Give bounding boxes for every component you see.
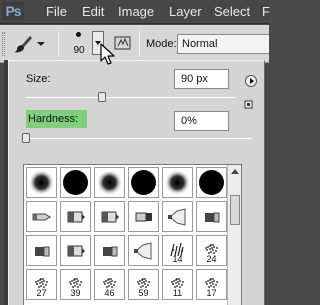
brush-preset-item[interactable]: [94, 235, 125, 266]
brush-preset-item[interactable]: [196, 167, 227, 198]
fan-brush-tip-icon: [168, 208, 186, 226]
brush-preset-size: 39: [70, 288, 81, 298]
brush-preset-item[interactable]: [26, 201, 57, 232]
hard-brush-tip-icon: [63, 170, 88, 195]
pencil-brush-tip-icon: [32, 213, 51, 221]
brush-preset-size: 14: [172, 254, 183, 264]
brush-preset-item[interactable]: 27: [26, 269, 57, 300]
brush-preset-item[interactable]: [26, 167, 57, 198]
grip-handle[interactable]: [2, 32, 5, 56]
new-preset-icon[interactable]: [244, 99, 254, 109]
soft-brush-tip-icon: [164, 169, 191, 196]
mode-select[interactable]: Normal: [177, 34, 269, 54]
size-field[interactable]: 90 px: [174, 69, 229, 89]
brush-panel-icon[interactable]: [113, 34, 133, 52]
brush-preset-item[interactable]: [60, 201, 91, 232]
brush-preset-size: 27: [36, 288, 47, 298]
brush-preset-item[interactable]: [26, 235, 57, 266]
soft-brush-tip-icon: [96, 169, 123, 196]
menu-edit[interactable]: Edit: [82, 3, 104, 21]
brush-preset-item[interactable]: [94, 201, 125, 232]
brush-preset-size: 46: [104, 288, 115, 298]
separator: [58, 31, 59, 57]
brush-preset-item[interactable]: [128, 167, 159, 198]
arrow-right-icon: [250, 78, 254, 84]
marker-brush-tip-icon: [67, 245, 85, 257]
flat-brush-tip-icon: [35, 246, 50, 257]
brush-preset-item[interactable]: [94, 167, 125, 198]
scrollbar-thumb[interactable]: [230, 195, 240, 225]
brush-tool-icon: [14, 36, 32, 53]
brush-preset-size: 11: [172, 288, 183, 298]
brush-preset-item[interactable]: [60, 235, 91, 266]
size-slider-track[interactable]: [26, 97, 236, 98]
brush-preset-size: 24: [206, 254, 217, 264]
soft-brush-tip-icon: [28, 169, 55, 196]
tool-preset-picker[interactable]: [9, 32, 49, 56]
menu-image[interactable]: Image: [118, 3, 154, 21]
brush-preset-list: 14 24 27 39 46 59 11 17: [23, 164, 242, 305]
panel-menu-button[interactable]: [245, 75, 257, 87]
mouse-cursor-icon: [100, 43, 115, 65]
brush-size-readout: 90: [73, 45, 85, 56]
brush-preset-item[interactable]: 24: [196, 235, 227, 266]
brush-preset-size: 59: [138, 288, 149, 298]
marker-brush-tip-icon: [101, 211, 119, 223]
scroll-up-icon[interactable]: [231, 169, 239, 174]
size-label: Size:: [26, 73, 51, 85]
brush-preset-item[interactable]: [128, 235, 159, 266]
scrollbar[interactable]: [227, 165, 241, 305]
options-bar: 90 Mode: Normal: [0, 25, 269, 63]
brush-preset-item[interactable]: [196, 201, 227, 232]
brush-brush-tip-icon: [135, 212, 152, 222]
hardness-label: Hardness:: [28, 113, 79, 125]
brush-preset-picker-panel: Size: 90 px Hardness: 0% 14 24 27 39 46 59 11 1…: [8, 60, 265, 305]
brush-preset-item[interactable]: 59: [128, 269, 159, 300]
brush-preset-item[interactable]: [60, 167, 91, 198]
marker-brush-tip-icon: [67, 211, 85, 223]
hard-brush-tip-icon: [131, 170, 156, 195]
brush-dot-icon: [76, 32, 81, 37]
hardness-field[interactable]: 0%: [174, 111, 229, 131]
fan-brush-tip-icon: [134, 242, 152, 260]
menu-file[interactable]: File: [46, 3, 67, 21]
brush-preset-item[interactable]: [162, 201, 193, 232]
menu-filter[interactable]: F: [262, 3, 270, 21]
flat-brush-tip-icon: [103, 246, 118, 257]
hard-brush-tip-icon: [199, 170, 224, 195]
brush-preview[interactable]: 90: [66, 29, 92, 59]
mode-label: Mode:: [146, 38, 177, 50]
brush-preset-item[interactable]: 11: [162, 269, 193, 300]
hardness-slider-thumb[interactable]: [22, 133, 30, 143]
menu-layer[interactable]: Layer: [169, 3, 202, 21]
brush-preset-item[interactable]: 46: [94, 269, 125, 300]
brush-preset-size: 17: [206, 288, 217, 298]
size-slider-thumb[interactable]: [97, 92, 106, 102]
hardness-slider-track[interactable]: [26, 138, 252, 139]
chevron-down-icon: [37, 42, 45, 46]
separator: [139, 31, 140, 57]
menu-select[interactable]: Select: [214, 3, 250, 21]
menu-bar: Ps File Edit Image Layer Select F: [0, 0, 270, 24]
brush-preset-item[interactable]: [162, 167, 193, 198]
flat-brush-tip-icon: [205, 212, 220, 223]
brush-preset-item[interactable]: [128, 201, 159, 232]
brush-preset-item[interactable]: 39: [60, 269, 91, 300]
brush-preset-item[interactable]: 14: [162, 235, 193, 266]
brush-preset-item[interactable]: 17: [196, 269, 227, 300]
photoshop-logo: Ps: [2, 2, 24, 20]
